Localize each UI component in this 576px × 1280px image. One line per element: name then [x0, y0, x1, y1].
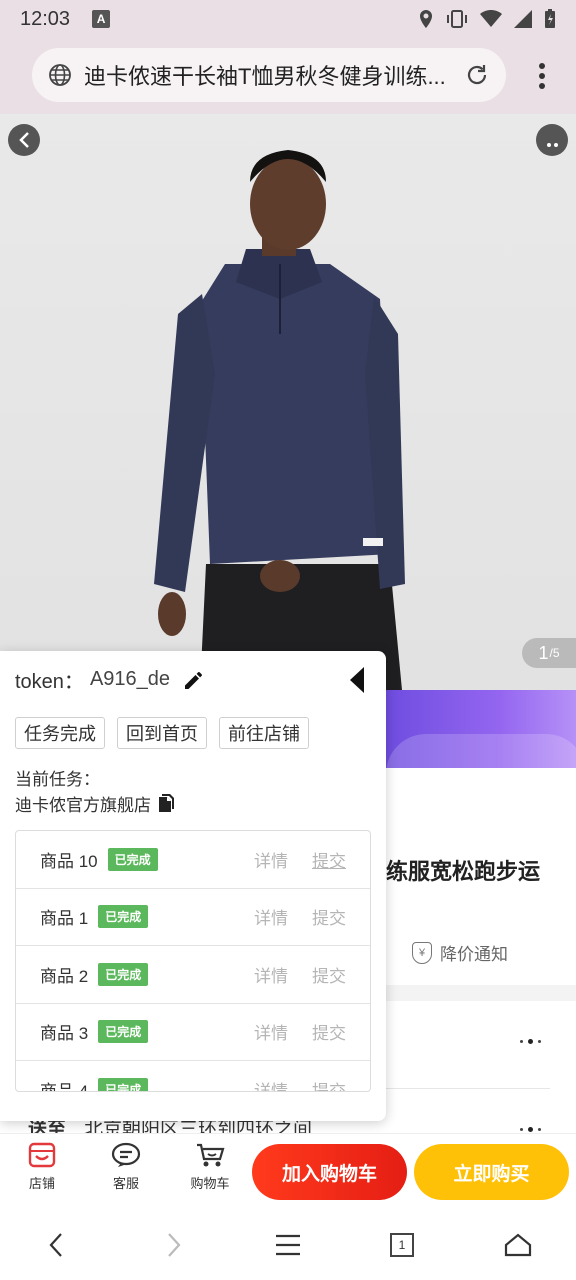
vibrate-icon: [447, 10, 467, 28]
panel-actions: 任务完成 回到首页 前往店铺: [15, 717, 309, 749]
status-badge: 已完成: [98, 1077, 149, 1091]
globe-icon: [49, 64, 71, 86]
customer-service-icon: [111, 1142, 141, 1167]
page-title: 迪卡侬速干长袖T恤男秋冬健身训练...: [84, 64, 446, 89]
submit-link[interactable]: 提交: [312, 962, 346, 987]
menu-button[interactable]: [270, 1229, 306, 1261]
task-done-button[interactable]: 任务完成: [15, 717, 105, 749]
item-name: 商品 1: [40, 909, 89, 929]
price-tag-icon: ¥: [412, 941, 432, 964]
detail-link[interactable]: 详情: [254, 904, 288, 929]
home-nav-button[interactable]: [500, 1229, 536, 1261]
item-name: 商品 2: [40, 966, 89, 986]
status-icons: [418, 9, 556, 29]
list-item: 商品 3 已完成 详情 提交: [16, 1004, 370, 1061]
gallery-total: /5: [549, 646, 560, 660]
item-name: 商品 4: [40, 1081, 89, 1092]
service-button[interactable]: 客服: [96, 1142, 156, 1192]
price-alert-button[interactable]: ¥ 降价通知: [412, 940, 508, 965]
forward-button[interactable]: [156, 1229, 192, 1261]
service-label: 客服: [112, 1176, 139, 1191]
back-button[interactable]: [8, 124, 40, 156]
add-to-cart-button[interactable]: 加入购物车: [252, 1144, 407, 1200]
item-name: 商品 3: [40, 1024, 89, 1044]
go-store-button[interactable]: 前往店铺: [219, 717, 309, 749]
signal-icon: [514, 10, 532, 28]
task-list: 商品 10 已完成 详情 提交 商品 1 已完成 详情 提交 商品 2 已完成 …: [15, 830, 371, 1092]
token-value: A916_de: [89, 668, 171, 690]
edit-icon[interactable]: [182, 669, 204, 691]
detail-link[interactable]: 详情: [254, 1077, 288, 1091]
back-button[interactable]: [38, 1229, 74, 1261]
list-item: 商品 4 已完成 详情 提交: [16, 1061, 370, 1092]
tab-count: 1: [390, 1233, 414, 1257]
task-panel: token： A916_de 任务完成 回到首页 前往店铺 当前任务： 迪卡侬官…: [0, 651, 386, 1121]
promo-banner[interactable]: [386, 690, 576, 768]
cart-label: 购物车: [190, 1176, 230, 1191]
list-item: 商品 10 已完成 详情 提交: [16, 831, 370, 889]
location-icon: [420, 10, 432, 28]
store-button[interactable]: 店铺: [12, 1142, 72, 1192]
tabs-button[interactable]: 1: [384, 1229, 420, 1261]
chevron-left-icon: [49, 1233, 62, 1257]
price-alert-label: 降价通知: [440, 945, 508, 964]
shop-name: 迪卡侬官方旗舰店: [15, 796, 151, 815]
detail-link[interactable]: 详情: [254, 1019, 288, 1044]
wifi-icon: [480, 10, 502, 27]
chevron-left-icon: [19, 132, 29, 148]
list-item: 商品 1 已完成 详情 提交: [16, 889, 370, 946]
submit-link[interactable]: 提交: [312, 1077, 346, 1091]
action-bar: 店铺 客服 购物车 加入购物车 立即购买: [0, 1133, 576, 1209]
status-bar: 12:03 A: [0, 0, 576, 38]
product-title: 练服宽松跑步运: [386, 859, 541, 884]
status-badge: 已完成: [98, 905, 149, 929]
status-badge: 已完成: [98, 1020, 149, 1044]
address-bar[interactable]: 迪卡侬速干长袖T恤男秋冬健身训练...: [32, 48, 506, 102]
submit-link[interactable]: 提交: [312, 847, 346, 872]
overflow-menu-icon[interactable]: [538, 62, 546, 90]
store-icon: [28, 1142, 56, 1168]
cart-button[interactable]: 购物车: [180, 1142, 240, 1192]
section-divider: [386, 985, 576, 1001]
chevron-right-icon: [168, 1233, 181, 1257]
status-time: 12:03: [20, 7, 71, 30]
more-options-icon[interactable]: [520, 1038, 550, 1044]
status-badge: 已完成: [98, 962, 149, 986]
reload-icon[interactable]: [464, 62, 490, 88]
more-button[interactable]: [536, 124, 568, 156]
product-image[interactable]: 1/5: [0, 114, 576, 690]
notification-icon: A: [92, 10, 111, 28]
token-row: token： A916_de: [15, 665, 204, 694]
detail-link[interactable]: 详情: [254, 962, 288, 987]
copy-icon[interactable]: [157, 793, 175, 814]
gallery-indicator: 1/5: [522, 638, 576, 668]
submit-link[interactable]: 提交: [312, 1019, 346, 1044]
cart-icon: [197, 1143, 225, 1167]
submit-link[interactable]: 提交: [312, 904, 346, 929]
token-label: token：: [15, 671, 84, 693]
battery-icon: [545, 9, 555, 28]
browser-toolbar: 迪卡侬速干长袖T恤男秋冬健身训练...: [0, 38, 576, 114]
home-button[interactable]: 回到首页: [117, 717, 207, 749]
item-name: 商品 10: [40, 851, 98, 871]
hamburger-icon: [276, 1234, 300, 1256]
store-label: 店铺: [28, 1176, 55, 1191]
gallery-current: 1: [538, 642, 549, 663]
browser-nav-bar: 1: [0, 1209, 576, 1280]
buy-now-button[interactable]: 立即购买: [414, 1144, 569, 1200]
model-photo: [154, 150, 405, 690]
more-icon: [546, 143, 551, 147]
divider: [386, 1088, 550, 1089]
collapse-icon[interactable]: [350, 667, 364, 693]
home-icon: [504, 1233, 532, 1257]
status-badge: 已完成: [107, 847, 158, 871]
detail-link[interactable]: 详情: [254, 847, 288, 872]
current-task-label: 当前任务：: [15, 770, 100, 789]
more-options-icon[interactable]: [520, 1126, 550, 1132]
shop-row: 迪卡侬官方旗舰店: [15, 791, 175, 816]
list-item: 商品 2 已完成 详情 提交: [16, 946, 370, 1004]
